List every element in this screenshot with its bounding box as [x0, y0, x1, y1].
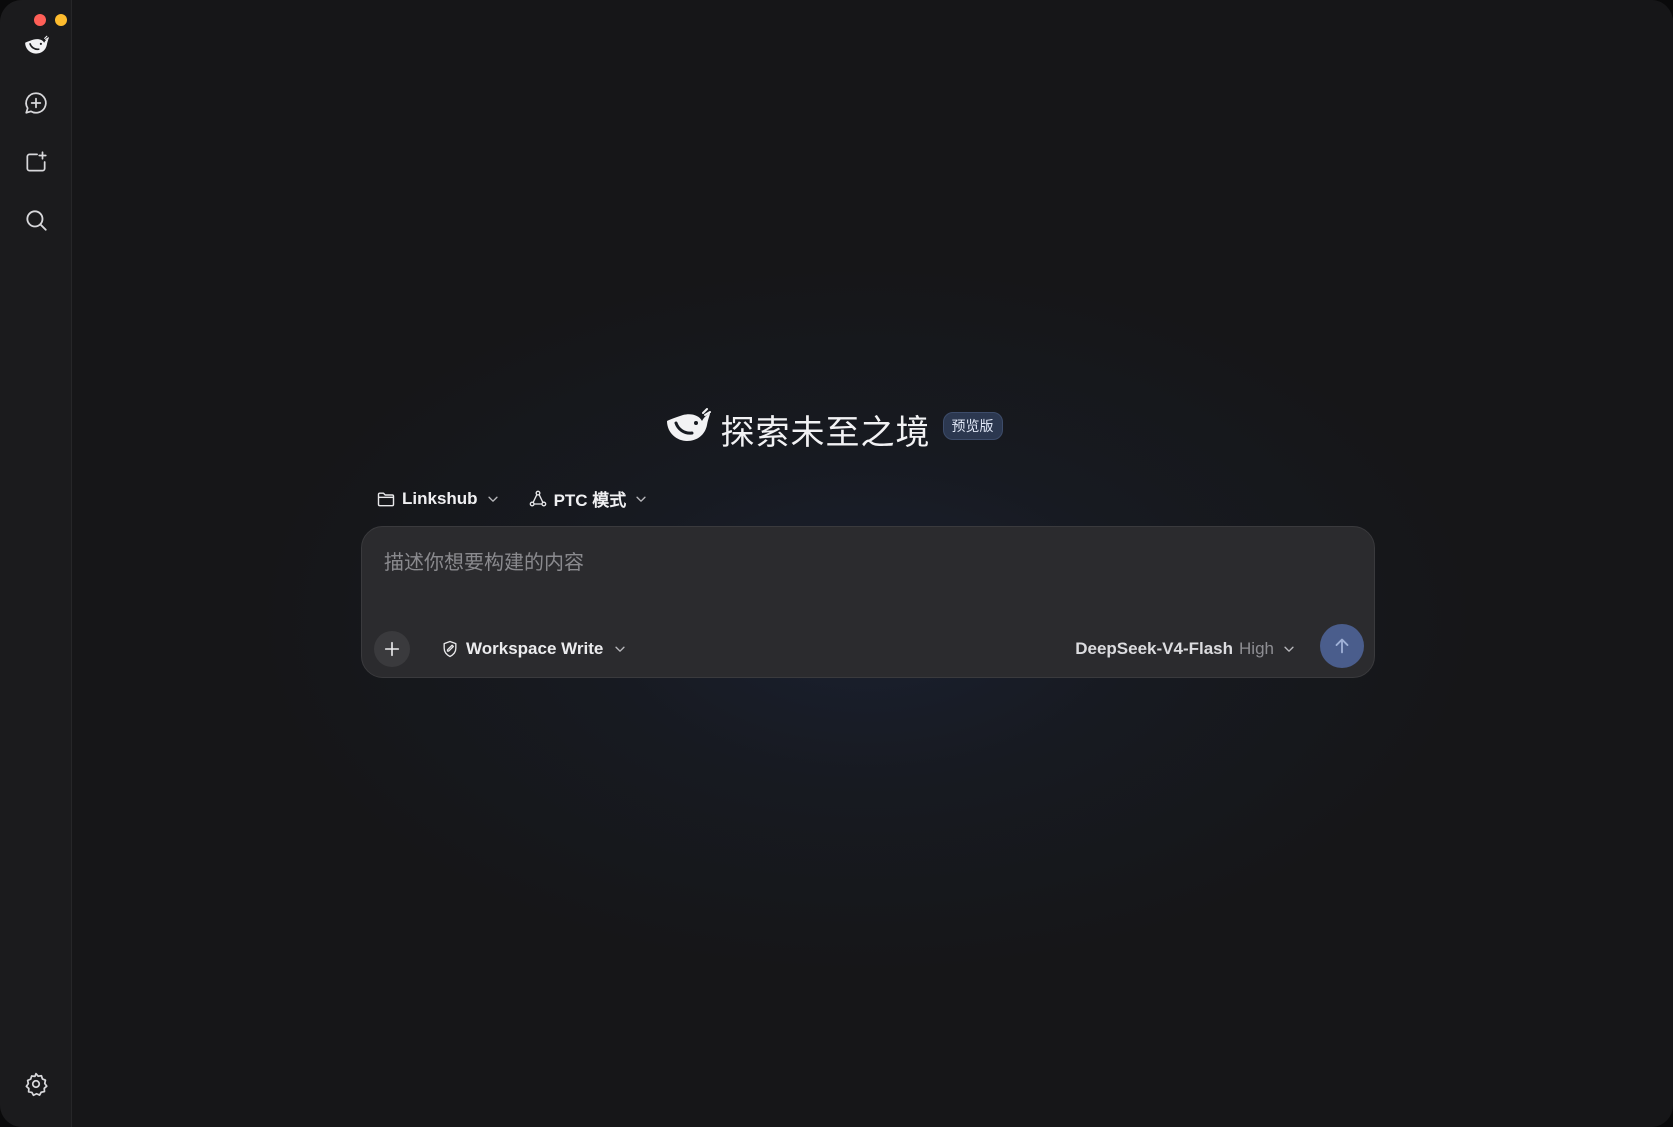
permission-label: Workspace Write [466, 639, 604, 658]
mode-selector-label: PTC 模式 [553, 491, 627, 510]
send-button[interactable] [1320, 624, 1364, 668]
context-selectors: Linkshub PTC 模式 [376, 486, 648, 511]
main-area: 探索未至之境 预览版 Linkshub PTC 模式 描述你想要构建的内容 Wo… [72, 0, 1673, 1127]
permission-selector[interactable]: Workspace Write [440, 639, 627, 659]
plus-icon [384, 641, 400, 657]
new-project-icon[interactable] [16, 142, 56, 182]
mode-network-icon [529, 490, 546, 507]
model-selector[interactable]: DeepSeek-V4-Flash High [1075, 639, 1296, 659]
project-selector-label: Linkshub [402, 488, 478, 508]
attach-button[interactable] [374, 631, 410, 667]
project-selector[interactable]: Linkshub [376, 489, 500, 509]
app-window: 探索未至之境 预览版 Linkshub PTC 模式 描述你想要构建的内容 Wo… [0, 0, 1673, 1127]
page-title: 探索未至之境 [720, 413, 931, 453]
shield-edit-icon [443, 640, 457, 658]
prompt-composer: Workspace Write DeepSeek-V4-Flash High [361, 526, 1375, 678]
minimize-window-button[interactable] [55, 14, 67, 26]
sidebar [0, 0, 88, 1127]
mode-selector[interactable]: PTC 模式 [528, 486, 649, 511]
settings-gear-icon[interactable] [16, 1064, 56, 1104]
new-chat-icon[interactable] [16, 83, 56, 123]
chevron-down-icon [487, 496, 498, 502]
chevron-down-icon [636, 496, 646, 502]
arrow-up-icon [1335, 638, 1349, 654]
search-icon[interactable] [16, 200, 56, 240]
folder-icon [377, 491, 395, 506]
preview-badge: 预览版 [942, 411, 1003, 440]
prompt-input[interactable] [384, 547, 1352, 577]
chevron-down-icon [615, 646, 625, 652]
hero: 探索未至之境 预览版 [32, 405, 1633, 454]
model-name: DeepSeek-V4-Flash [1075, 639, 1234, 658]
close-window-button[interactable] [34, 14, 46, 26]
whale-brand-icon [663, 407, 711, 452]
whale-logo-icon[interactable] [16, 26, 56, 66]
model-effort-level: High [1239, 639, 1274, 658]
chevron-down-icon [1284, 646, 1294, 652]
